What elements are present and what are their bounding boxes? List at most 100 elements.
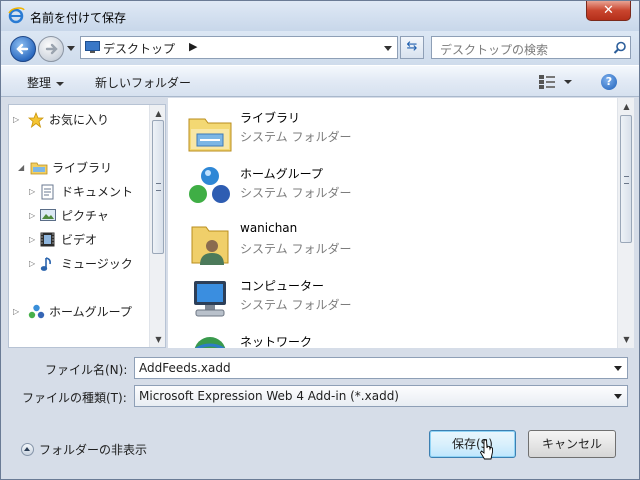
scroll-grip <box>624 176 629 184</box>
music-icon <box>40 257 51 271</box>
ie-app-icon <box>8 7 25 24</box>
view-dropdown[interactable] <box>564 80 572 84</box>
search-input[interactable]: デスクトップの検索 <box>440 41 548 58</box>
mouse-cursor-icon <box>480 439 493 460</box>
file-type: システム フォルダー <box>240 130 352 144</box>
user-folder-icon <box>191 226 229 265</box>
file-name: ネットワーク <box>240 335 313 348</box>
title-bar[interactable]: 名前を付けて保存 ✕ <box>1 1 639 31</box>
scroll-down-button[interactable]: ▼ <box>618 331 634 348</box>
filename-field[interactable]: AddFeeds.xadd <box>134 357 628 379</box>
desktop-icon <box>85 41 100 53</box>
navigation-pane: ▷ お気に入り ◢ ライブラリ ▷ ドキュメント ▷ ピクチャ ▷ ビデオ ▷ … <box>8 104 166 348</box>
expand-icon[interactable]: ▷ <box>29 206 35 226</box>
arrow-left-icon <box>16 43 29 55</box>
scroll-grip <box>156 183 161 191</box>
library-folder-icon <box>188 118 232 152</box>
scroll-down-button[interactable]: ▼ <box>150 331 165 347</box>
address-chevron[interactable]: ▶ <box>189 40 197 53</box>
nav-item-homegroup[interactable]: ▷ ホームグループ <box>9 302 147 322</box>
list-item[interactable]: ネットワーク <box>168 327 608 348</box>
nav-item-videos[interactable]: ▷ ビデオ <box>9 230 147 250</box>
file-list-scrollbar[interactable]: ▲ ▼ <box>617 98 634 348</box>
expand-icon[interactable]: ▷ <box>29 254 35 274</box>
scroll-thumb[interactable] <box>152 120 164 254</box>
chevron-down-icon[interactable] <box>614 394 622 399</box>
network-icon <box>194 337 226 348</box>
close-button[interactable]: ✕ <box>586 1 631 21</box>
search-box[interactable]: デスクトップの検索 <box>431 36 631 59</box>
pictures-icon <box>40 209 56 221</box>
scroll-thumb[interactable] <box>620 115 632 243</box>
refresh-icon: ⇆ <box>406 39 418 54</box>
library-icon <box>30 162 48 175</box>
filename-label: ファイル名(N): <box>45 363 128 377</box>
back-button[interactable] <box>10 36 36 62</box>
homegroup-icon <box>28 304 45 319</box>
nav-pane-scrollbar[interactable]: ▲ ▼ <box>149 105 165 347</box>
file-type: システム フォルダー <box>240 298 352 312</box>
nav-item-libraries[interactable]: ◢ ライブラリ <box>9 158 147 178</box>
save-form: ファイル名(N): AddFeeds.xadd ファイルの種類(T): Micr… <box>1 348 639 479</box>
chevron-down-icon <box>56 81 65 86</box>
address-dropdown[interactable] <box>384 46 392 51</box>
chevron-down-icon[interactable] <box>614 366 622 371</box>
hide-folders-toggle[interactable]: フォルダーの非表示 <box>21 441 147 458</box>
nav-item-label: ビデオ <box>61 233 98 247</box>
expand-icon[interactable]: ▷ <box>29 182 35 202</box>
filename-input[interactable]: AddFeeds.xadd <box>139 361 231 375</box>
scroll-up-button[interactable]: ▲ <box>618 98 634 115</box>
star-icon <box>28 112 44 128</box>
documents-icon <box>41 184 54 200</box>
nav-item-music[interactable]: ▷ ミュージック <box>9 254 147 274</box>
navigation-bar: デスクトップ ▶ ⇆ デスクトップの検索 <box>1 31 639 65</box>
save-button[interactable]: 保存(S) <box>429 430 516 458</box>
window-title: 名前を付けて保存 <box>30 11 127 25</box>
hide-folders-label: フォルダーの非表示 <box>39 443 148 457</box>
collapse-icon[interactable]: ◢ <box>18 158 24 178</box>
expand-icon[interactable]: ▷ <box>13 302 19 322</box>
list-item[interactable]: コンピューター システム フォルダー <box>168 271 608 327</box>
homegroup-icon <box>189 167 230 203</box>
address-location[interactable]: デスクトップ <box>103 40 175 57</box>
nav-item-label: ホームグループ <box>49 305 132 319</box>
collapse-up-icon <box>21 443 34 456</box>
file-name: コンピューター <box>240 279 325 293</box>
nav-item-documents[interactable]: ▷ ドキュメント <box>9 182 147 202</box>
expand-icon[interactable]: ▷ <box>29 230 35 250</box>
file-type: システム フォルダー <box>240 242 352 256</box>
expand-icon[interactable]: ▷ <box>13 110 19 130</box>
address-bar[interactable]: デスクトップ ▶ <box>80 36 398 59</box>
file-list: ライブラリ システム フォルダー ホームグループ システム フォルダー wani… <box>168 98 634 348</box>
file-name: ホームグループ <box>240 167 323 181</box>
cancel-button[interactable]: キャンセル <box>528 430 616 458</box>
recent-pages-dropdown[interactable] <box>67 46 75 51</box>
nav-item-label: ミュージック <box>61 257 133 271</box>
organize-label: 整理 <box>27 76 52 90</box>
file-type: システム フォルダー <box>240 186 352 200</box>
refresh-button[interactable]: ⇆ <box>400 36 424 59</box>
filetype-value: Microsoft Expression Web 4 Add-in (*.xad… <box>139 389 399 403</box>
nav-item-label: ピクチャ <box>61 209 109 223</box>
list-item[interactable]: wanichan システム フォルダー <box>168 215 608 271</box>
new-folder-button[interactable]: 新しいフォルダー <box>95 74 191 91</box>
nav-item-favorites[interactable]: ▷ お気に入り <box>9 110 147 130</box>
filetype-select[interactable]: Microsoft Expression Web 4 Add-in (*.xad… <box>134 385 628 407</box>
list-item[interactable]: ホームグループ システム フォルダー <box>168 159 608 215</box>
organize-button[interactable]: 整理 <box>27 74 65 91</box>
view-options-icon[interactable] <box>539 75 557 89</box>
nav-item-label: ライブラリ <box>52 161 113 175</box>
nav-item-label: ドキュメント <box>61 185 134 199</box>
command-bar: 整理 新しいフォルダー ? <box>1 65 639 97</box>
search-icon[interactable] <box>613 41 627 55</box>
help-icon[interactable]: ? <box>601 74 617 90</box>
nav-item-label: お気に入り <box>49 113 110 127</box>
videos-icon <box>40 232 55 247</box>
list-item[interactable]: ライブラリ システム フォルダー <box>168 103 608 159</box>
file-name: ライブラリ <box>240 111 301 125</box>
computer-icon <box>194 281 226 317</box>
arrow-right-icon <box>45 43 58 55</box>
nav-item-pictures[interactable]: ▷ ピクチャ <box>9 206 147 226</box>
forward-button[interactable] <box>38 36 64 62</box>
file-name: wanichan <box>240 221 298 235</box>
